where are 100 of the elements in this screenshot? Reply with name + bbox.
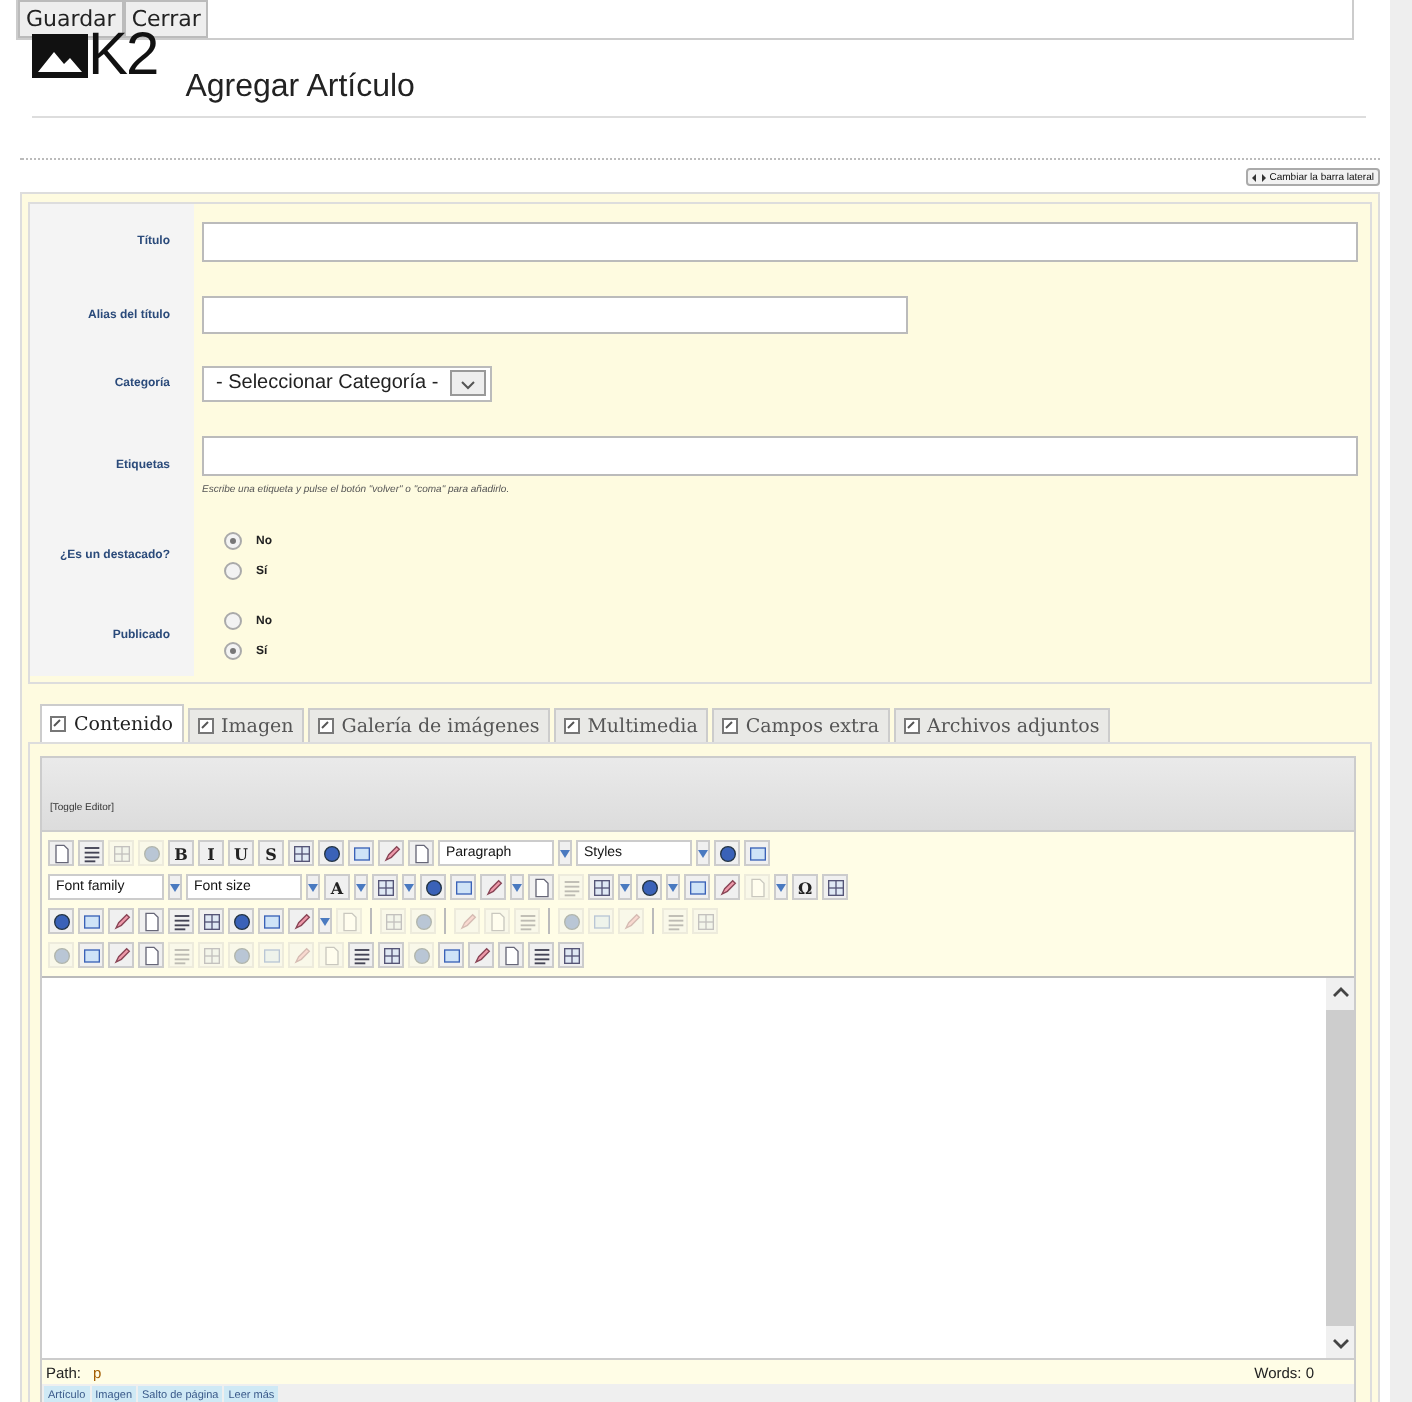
lines-icon (665, 911, 685, 931)
toolbar-button[interactable] (450, 874, 476, 900)
toolbar-button[interactable] (558, 942, 584, 968)
toolbar-button[interactable] (588, 874, 614, 900)
tab[interactable]: Galería de imágenes (307, 708, 550, 742)
radio-button[interactable] (224, 612, 242, 630)
toolbar-button[interactable] (744, 840, 770, 866)
format-button[interactable]: S (258, 840, 284, 866)
toolbar-button[interactable] (420, 874, 446, 900)
category-select[interactable]: - Seleccionar Categoría - (202, 365, 492, 401)
toolbar-button[interactable] (714, 840, 740, 866)
toolbar-button[interactable] (138, 908, 164, 934)
circle-icon (411, 945, 431, 965)
text-field[interactable] (202, 296, 908, 334)
format-button[interactable]: U (228, 840, 254, 866)
frame-icon (453, 877, 473, 897)
pencil-icon (621, 911, 641, 931)
toolbar-button[interactable] (168, 908, 194, 934)
toolbar-button[interactable] (684, 874, 710, 900)
grid-icon (591, 877, 611, 897)
tab[interactable]: Contenido (40, 704, 184, 742)
circle-icon (231, 945, 251, 965)
grid-icon (695, 911, 715, 931)
toolbar-button[interactable] (468, 942, 494, 968)
circle-icon (561, 911, 581, 931)
toolbar-button[interactable] (228, 908, 254, 934)
lines-icon (81, 843, 101, 863)
tab-icon (563, 718, 580, 734)
toolbar-button[interactable] (348, 840, 374, 866)
toolbar-button[interactable] (78, 840, 104, 866)
pencil-icon (717, 877, 737, 897)
format-button[interactable]: I (198, 840, 224, 866)
toolbar-button[interactable] (378, 840, 404, 866)
toolbar-button[interactable] (378, 942, 404, 968)
frame-icon (747, 843, 767, 863)
toolbar-button[interactable] (528, 942, 554, 968)
tab[interactable]: Archivos adjuntos (893, 708, 1110, 742)
text-field[interactable] (202, 436, 1358, 476)
toolbar-button[interactable] (138, 942, 164, 968)
circle-icon (51, 911, 71, 931)
radio-button[interactable] (224, 562, 242, 580)
format-button[interactable]: A (324, 874, 350, 900)
toolbar-button[interactable] (78, 908, 104, 934)
toolbar-button[interactable] (438, 942, 464, 968)
toolbar-button[interactable] (78, 942, 104, 968)
grid-icon (825, 877, 845, 897)
scrollbar[interactable] (1326, 978, 1354, 1358)
circle-icon (321, 843, 341, 863)
tab-icon (317, 718, 334, 734)
document-icon (747, 877, 767, 897)
toolbar-button[interactable] (480, 874, 506, 900)
grid-icon (201, 945, 221, 965)
circle-icon (423, 877, 443, 897)
toolbar-button[interactable] (288, 840, 314, 866)
grid-icon (375, 877, 395, 897)
toolbar-button[interactable] (108, 942, 134, 968)
lines-icon (561, 877, 581, 897)
toolbar-button[interactable] (198, 908, 224, 934)
radio-button[interactable] (224, 532, 242, 550)
circle-icon (413, 911, 433, 931)
toolbar-button[interactable] (714, 874, 740, 900)
document-icon (411, 843, 431, 863)
grid-icon (201, 911, 221, 931)
toolbar-button[interactable] (348, 942, 374, 968)
frame-icon (591, 911, 611, 931)
tab-icon (197, 718, 214, 734)
radio-button[interactable] (224, 642, 242, 660)
tab[interactable]: Multimedia (553, 708, 708, 742)
tab[interactable]: Imagen (187, 708, 304, 742)
tab-icon (903, 718, 919, 734)
up-chevron-icon[interactable] (1331, 986, 1349, 998)
circle-icon (639, 877, 659, 897)
circle-icon (141, 843, 161, 863)
frame-icon (441, 945, 461, 965)
lines-icon (171, 911, 191, 931)
lines-icon (171, 945, 191, 965)
toolbar-button[interactable] (48, 840, 74, 866)
document-icon (51, 843, 71, 863)
toolbar-button[interactable] (258, 908, 284, 934)
page-title: Agregar Artículo (185, 70, 415, 106)
toolbar-button[interactable] (528, 874, 554, 900)
format-button[interactable]: B (168, 840, 194, 866)
circle-icon (231, 911, 251, 931)
toolbar-button[interactable] (318, 840, 344, 866)
format-button[interactable]: Ω (792, 874, 818, 900)
toolbar-button[interactable] (408, 840, 434, 866)
toolbar-button[interactable] (108, 908, 134, 934)
toolbar-button[interactable] (48, 908, 74, 934)
logo-text: K2 (88, 32, 158, 80)
grid-icon (383, 911, 403, 931)
text-field[interactable] (202, 222, 1358, 262)
toolbar-button[interactable] (498, 942, 524, 968)
toolbar-button[interactable] (822, 874, 848, 900)
grid-icon (561, 945, 581, 965)
tab[interactable]: Campos extra (711, 708, 889, 742)
toolbar-button[interactable] (372, 874, 398, 900)
down-chevron-icon[interactable] (1331, 1338, 1349, 1350)
pencil-icon (381, 843, 401, 863)
toolbar-button[interactable] (636, 874, 662, 900)
toolbar-button[interactable] (288, 908, 314, 934)
